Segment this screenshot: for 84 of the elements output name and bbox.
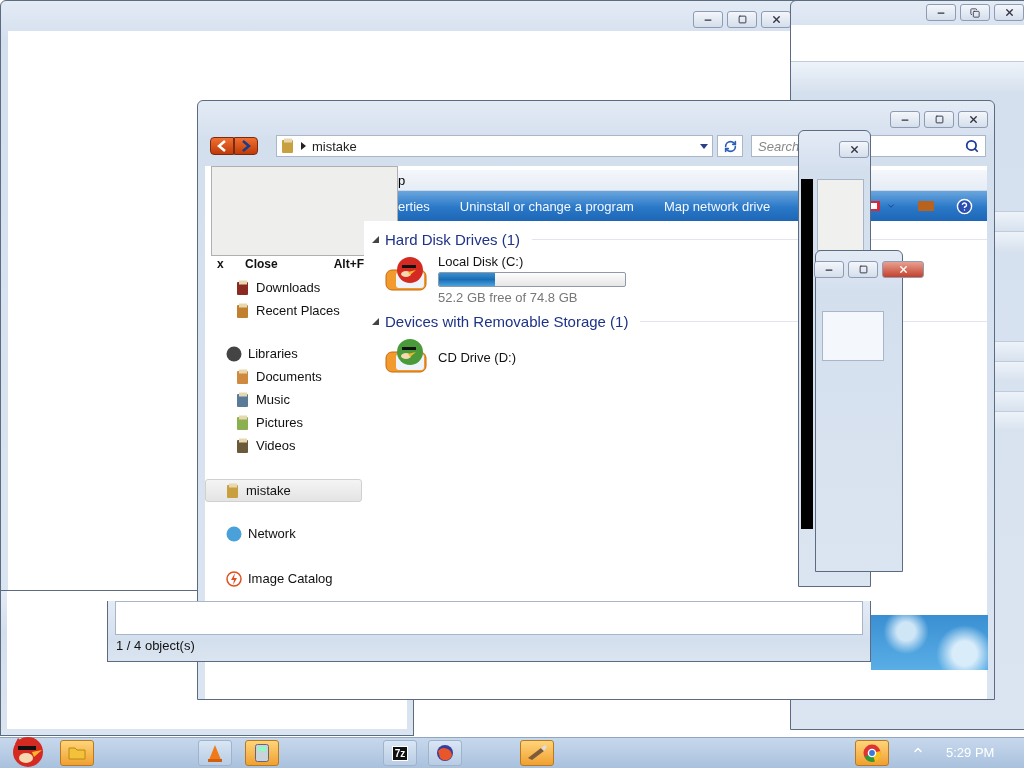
circle-icon	[226, 345, 242, 362]
app-logo: 7z	[391, 745, 409, 761]
menu-item[interactable]: p	[398, 172, 406, 188]
bolt-icon	[226, 570, 242, 587]
nav-item[interactable]: Documents	[205, 365, 362, 388]
maximize-icon	[858, 265, 868, 274]
folder-icon	[281, 138, 295, 154]
back-icon	[217, 140, 227, 152]
close-button[interactable]	[958, 111, 988, 128]
collapse-icon[interactable]	[372, 236, 379, 243]
close-icon	[967, 114, 979, 125]
forward-icon	[241, 140, 251, 152]
folder-icon	[236, 368, 250, 385]
taskbar-button[interactable]	[428, 740, 462, 766]
folder-icon	[226, 482, 240, 499]
close-icon	[897, 264, 909, 275]
minimize-button[interactable]	[693, 11, 723, 28]
cone-icon	[207, 744, 223, 762]
folder-icon	[236, 391, 250, 408]
folder-icon	[68, 746, 86, 760]
text-box	[822, 311, 884, 361]
search-icon	[965, 139, 979, 153]
minimize-button[interactable]	[814, 261, 844, 278]
maximize-button[interactable]	[848, 261, 878, 278]
nav-item[interactable]: Downloads	[205, 276, 362, 299]
nav-item[interactable]: Network	[205, 522, 362, 545]
globe-icon	[226, 525, 242, 542]
folder-icon	[236, 302, 250, 319]
taskbar-button[interactable]	[520, 740, 554, 766]
minimize-button[interactable]	[926, 4, 956, 21]
calculator-icon	[255, 744, 269, 762]
taskbar-button[interactable]: 7z	[383, 740, 417, 766]
nav-item[interactable]: Recent Places	[205, 299, 362, 322]
command-button[interactable]: Map network drive	[663, 198, 771, 214]
help-icon[interactable]	[956, 197, 973, 215]
refresh-icon	[723, 139, 737, 153]
close-button[interactable]	[761, 11, 791, 28]
folder-icon	[236, 279, 250, 296]
clock: 5:29 PM	[946, 745, 995, 760]
close-button[interactable]	[882, 261, 924, 278]
minimize-button[interactable]	[890, 111, 920, 128]
globe-icon	[436, 744, 454, 762]
circle-logo-icon	[863, 744, 881, 762]
dropdown-icon	[700, 143, 708, 149]
brush-icon	[527, 745, 547, 761]
nav-item[interactable]: Pictures	[205, 411, 362, 434]
group-heading: Devices with Removable Storage (1)	[385, 313, 629, 330]
collapse-icon[interactable]	[372, 318, 379, 325]
close-icon	[848, 144, 860, 155]
maximize-button[interactable]	[924, 111, 954, 128]
maximize-button[interactable]	[727, 11, 757, 28]
breadcrumb-arrow-icon	[301, 142, 306, 150]
close-icon	[1003, 7, 1015, 18]
taskbar-button[interactable]	[198, 740, 232, 766]
nav-item[interactable]: Music	[205, 388, 362, 411]
folder-icon	[236, 437, 250, 454]
close-icon	[770, 14, 782, 25]
back-button[interactable]	[210, 137, 234, 155]
close-button[interactable]	[994, 4, 1024, 21]
command-button[interactable]: erties	[398, 198, 430, 214]
window-body	[817, 179, 864, 251]
free-space-text: 52.2 GB free of 74.8 GB	[438, 290, 579, 305]
folder-icon	[236, 414, 250, 431]
drive-name[interactable]: CD Drive (D:)	[438, 350, 516, 365]
close-button[interactable]	[839, 141, 869, 158]
nav-item[interactable]: Videos	[205, 434, 362, 457]
maximize-icon	[737, 15, 747, 24]
refresh-button[interactable]	[717, 135, 743, 157]
nav-item[interactable]: Libraries	[205, 342, 362, 365]
disc-drive-icon	[384, 336, 430, 376]
forward-button[interactable]	[234, 137, 258, 155]
taskbar-button[interactable]	[245, 740, 279, 766]
restore-icon	[970, 7, 980, 18]
maximize-icon	[934, 115, 944, 124]
nav-item[interactable]: mistake	[205, 479, 362, 502]
nav-item[interactable]: Image Catalog	[205, 567, 362, 590]
status-text: 1 / 4 object(s)	[116, 638, 195, 653]
restore-button[interactable]	[960, 4, 990, 21]
group-heading: Hard Disk Drives (1)	[385, 231, 520, 248]
address-field[interactable]: mistake	[276, 135, 713, 157]
drive-name[interactable]: Local Disk (C:)	[438, 254, 626, 269]
taskbar-button[interactable]	[855, 740, 889, 766]
command-button[interactable]: Uninstall or change a program	[459, 198, 634, 214]
hard-drive-icon	[384, 254, 430, 294]
